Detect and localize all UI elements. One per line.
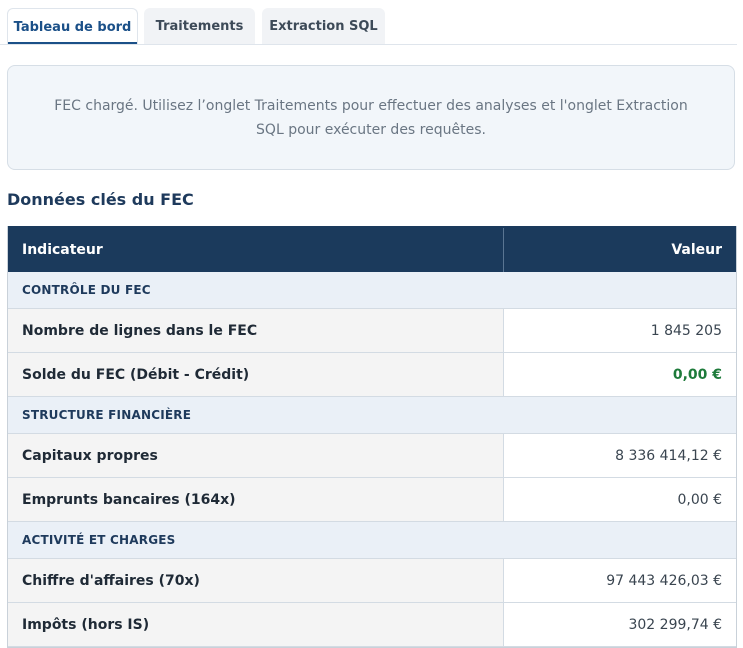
row-value: 0,00 € xyxy=(504,353,736,396)
column-header-value: Valeur xyxy=(671,242,722,258)
info-notice-text: FEC chargé. Utilisez l’onglet Traitement… xyxy=(54,97,688,138)
table-row: Solde du FEC (Débit - Crédit) 0,00 € xyxy=(8,353,736,397)
column-header-indicator: Indicateur xyxy=(8,228,504,272)
row-value: 0,00 € xyxy=(504,478,736,521)
row-value: 302 299,74 € xyxy=(504,603,736,646)
group-header: ACTIVITÉ ET CHARGES xyxy=(8,522,736,559)
table-row: Chiffre d'affaires (70x) 97 443 426,03 € xyxy=(8,559,736,603)
row-label: Nombre de lignes dans le FEC xyxy=(8,309,504,352)
row-label: Impôts (hors IS) xyxy=(8,603,504,646)
tab-sql-extraction[interactable]: Extraction SQL xyxy=(262,8,385,44)
tab-treatments[interactable]: Traitements xyxy=(144,8,255,44)
table-row: Emprunts bancaires (164x) 0,00 € xyxy=(8,478,736,522)
table-row: Impôts (hors IS) 302 299,74 € xyxy=(8,603,736,647)
tab-dashboard[interactable]: Tableau de bord xyxy=(7,8,138,45)
tab-bar: Tableau de bord Traitements Extraction S… xyxy=(0,0,743,46)
table-row: Nombre de lignes dans le FEC 1 845 205 xyxy=(8,309,736,353)
row-label: Chiffre d'affaires (70x) xyxy=(8,559,504,602)
table-row: Capitaux propres 8 336 414,12 € xyxy=(8,434,736,478)
row-value: 8 336 414,12 € xyxy=(504,434,736,477)
group-header: CONTRÔLE DU FEC xyxy=(8,272,736,309)
info-notice: FEC chargé. Utilisez l’onglet Traitement… xyxy=(7,65,735,170)
row-label: Capitaux propres xyxy=(8,434,504,477)
row-label: Emprunts bancaires (164x) xyxy=(8,478,504,521)
row-value: 1 845 205 xyxy=(504,309,736,352)
row-label: Solde du FEC (Débit - Crédit) xyxy=(8,353,504,396)
section-title: Données clés du FEC xyxy=(7,190,194,209)
tab-divider xyxy=(0,44,737,45)
key-data-table: Indicateur Valeur CONTRÔLE DU FEC Nombre… xyxy=(7,226,737,648)
group-header: STRUCTURE FINANCIÈRE xyxy=(8,397,736,434)
table-header: Indicateur Valeur xyxy=(8,226,736,272)
row-value: 97 443 426,03 € xyxy=(504,559,736,602)
